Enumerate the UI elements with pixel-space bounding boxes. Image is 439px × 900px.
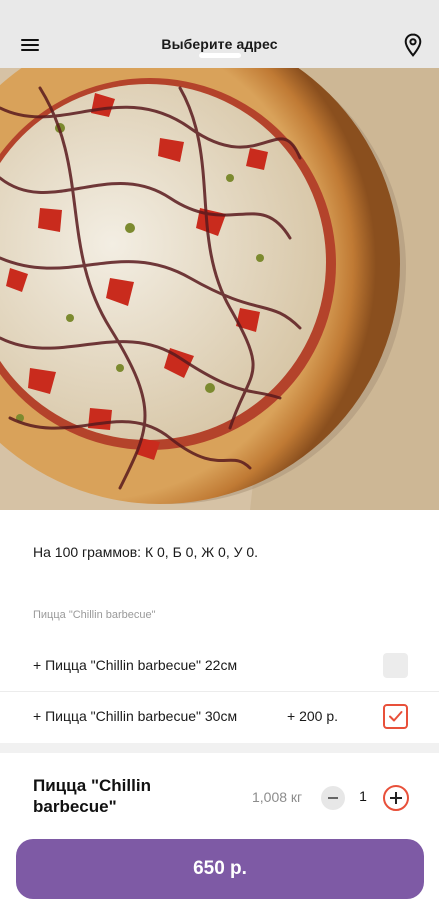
checkmark-icon: [389, 711, 403, 722]
top-bar: Выберите адрес: [0, 0, 439, 68]
option-label: + Пицца "Chillin barbecue" 30см: [33, 708, 238, 724]
add-to-cart-button[interactable]: 650 р.: [16, 839, 424, 899]
option-30cm[interactable]: + Пицца "Chillin barbecue" 30см + 200 р.: [0, 691, 439, 741]
drag-handle[interactable]: [199, 53, 241, 58]
option-22cm[interactable]: + Пицца "Chillin barbecue" 22см: [0, 641, 439, 691]
option-price: + 200 р.: [287, 708, 338, 724]
address-selector[interactable]: Выберите адрес: [0, 36, 439, 52]
location-button[interactable]: [403, 33, 423, 57]
option-label: + Пицца "Chillin barbecue" 22см: [33, 657, 238, 673]
options-title: Пицца "Chillin barbecue": [33, 609, 156, 621]
option-22cm-checkbox[interactable]: [383, 653, 408, 678]
map-pin-icon: [404, 33, 422, 57]
option-30cm-checkbox[interactable]: [383, 704, 408, 729]
increase-quantity-button[interactable]: [383, 785, 409, 811]
quantity-value: 1: [359, 788, 367, 804]
product-weight: 1,008 кг: [252, 789, 303, 805]
pizza-photo: [0, 68, 439, 510]
decrease-quantity-button[interactable]: [321, 786, 345, 810]
section-divider: [0, 743, 439, 753]
nutrition-info: На 100 граммов: К 0, Б 0, Ж 0, У 0.: [33, 544, 259, 560]
product-name: Пицца "Chillin barbecue": [33, 776, 151, 816]
